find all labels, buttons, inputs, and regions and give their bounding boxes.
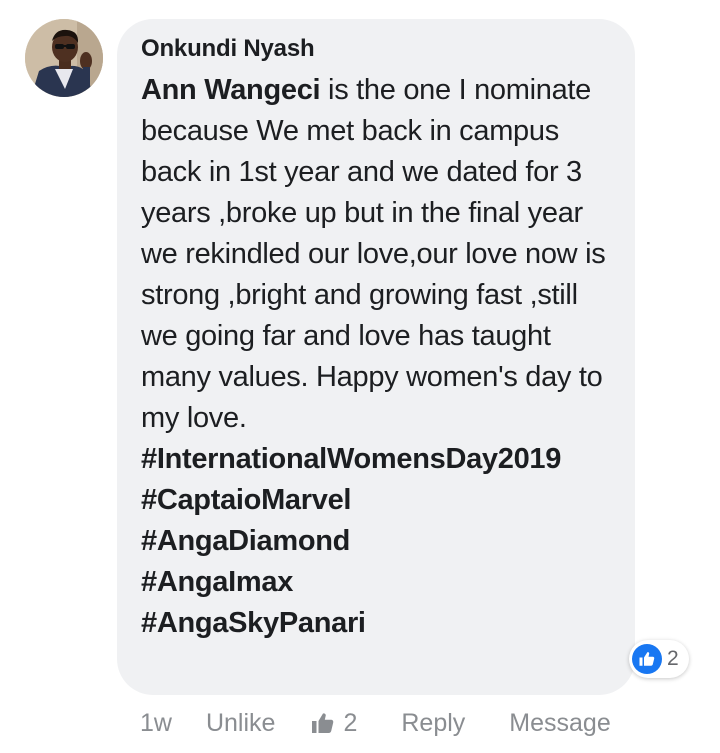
unlike-button[interactable]: Unlike	[206, 709, 275, 738]
hashtag-link[interactable]: #AngaImax	[141, 562, 615, 603]
like-count-button[interactable]: 2	[311, 709, 357, 738]
comment-text: Ann Wangeci is the one I nominate becaus…	[141, 70, 615, 644]
hashtag-link[interactable]: #CaptaioMarvel	[141, 480, 615, 521]
reaction-count: 2	[667, 647, 679, 670]
thumbs-up-icon	[312, 713, 334, 733]
comment-timestamp[interactable]: 1w	[140, 709, 172, 738]
like-count: 2	[343, 708, 358, 737]
comment-body: is the one I nominate because We met bac…	[141, 74, 606, 434]
hashtag-link[interactable]: #AngaDiamond	[141, 521, 615, 562]
comment-actions: 1w Unlike 2 Reply Message	[140, 705, 611, 741]
avatar[interactable]	[25, 19, 103, 97]
hashtag-link[interactable]: #AngaSkyPanari	[141, 603, 615, 644]
comment-bubble: Onkundi Nyash Ann Wangeci is the one I n…	[117, 19, 635, 695]
like-icon	[632, 644, 662, 674]
hashtag-link[interactable]: #InternationalWomensDay2019	[141, 439, 615, 480]
reaction-summary[interactable]: 2	[629, 640, 689, 678]
reply-button[interactable]: Reply	[401, 709, 465, 738]
message-button[interactable]: Message	[509, 709, 610, 738]
mention-link[interactable]: Ann Wangeci	[141, 74, 321, 106]
comment-author[interactable]: Onkundi Nyash	[141, 33, 615, 65]
